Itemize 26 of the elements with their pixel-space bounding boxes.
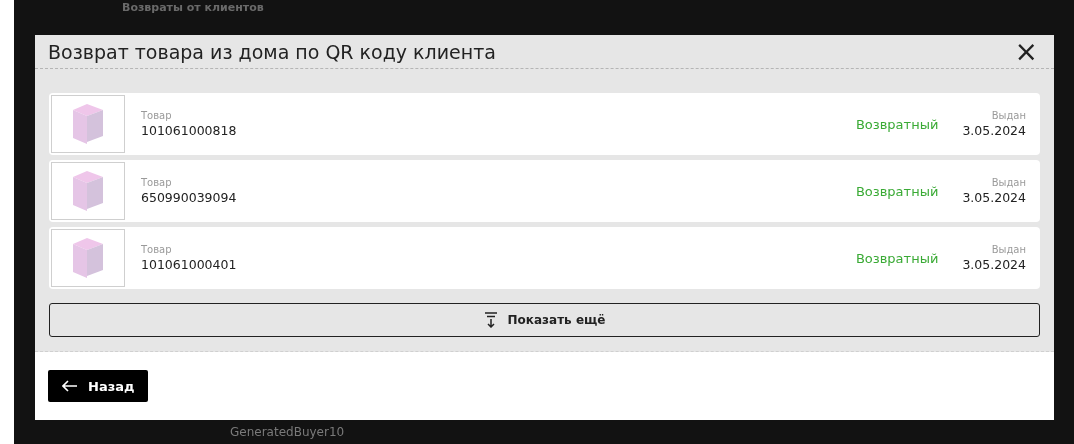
sort-down-icon — [483, 312, 498, 328]
close-button[interactable]: × — [1010, 37, 1042, 66]
product-row[interactable]: Товар 650990039094 Возвратный Выдан 3.05.2024 — [49, 160, 1040, 222]
item-label: Товар — [141, 244, 173, 255]
date-label: Выдан — [991, 110, 1026, 121]
status-text: Возвратный — [855, 250, 939, 266]
issue-date: 3.05.2024 — [962, 123, 1026, 138]
status-text: Возвратный — [855, 183, 939, 199]
arrow-left-icon — [62, 380, 78, 392]
product-row[interactable]: Товар 101061000401 Возвратный Выдан 3.05.2024 — [49, 227, 1040, 289]
issue-date: 3.05.2024 — [962, 257, 1026, 272]
show-more-button[interactable]: Показать ещё — [49, 303, 1040, 337]
buyer-name: GeneratedBuyer10 — [230, 425, 345, 440]
item-label: Товар — [141, 177, 173, 188]
product-row[interactable]: Товар 101061000818 Возвратный Выдан 3.05.2024 — [49, 93, 1040, 155]
product-code: 101061000818 — [141, 123, 238, 138]
page-heading: Возвраты от клиентов — [122, 1, 264, 14]
status-text: Возвратный — [855, 116, 939, 132]
back-button[interactable]: Назад — [48, 370, 149, 402]
dialog-title: Возврат товара из дома по QR коду клиента — [48, 40, 496, 63]
product-code: 101061000401 — [141, 257, 238, 272]
issue-date: 3.05.2024 — [962, 190, 1026, 205]
product-code: 650990039094 — [141, 190, 238, 205]
item-label: Товар — [141, 110, 173, 121]
date-label: Выдан — [991, 244, 1026, 255]
date-label: Выдан — [991, 177, 1026, 188]
